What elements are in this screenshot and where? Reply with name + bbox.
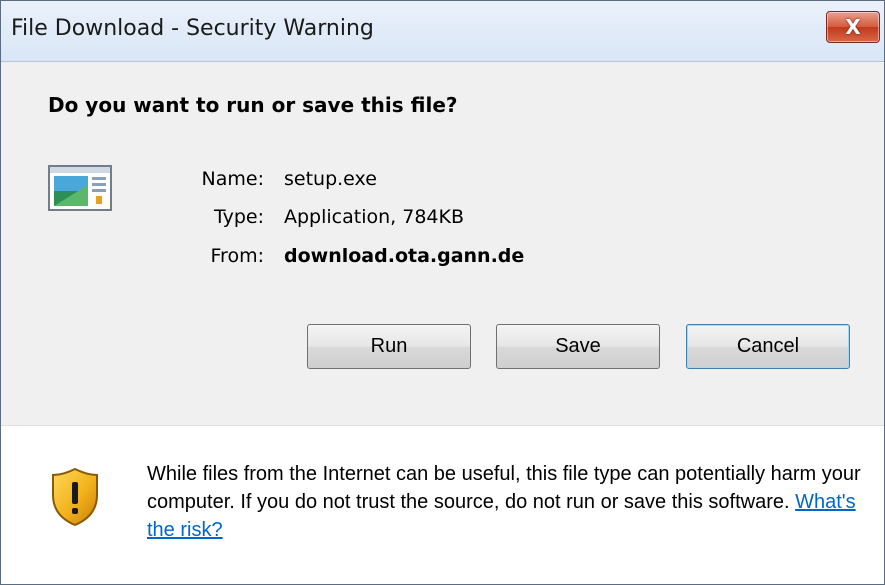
file-from-label: From: [210, 245, 264, 267]
file-name-label: Name: [201, 168, 264, 190]
file-from-value: download.ota.gann.de [284, 245, 525, 267]
file-type-label: Type: [213, 206, 264, 228]
security-shield-icon [51, 467, 99, 531]
dialog-content: Do you want to run or save this file? Na… [1, 62, 884, 424]
warning-footer: While files from the Internet can be use… [1, 426, 884, 584]
file-name-value: setup.exe [284, 168, 377, 190]
save-button[interactable]: Save [496, 324, 660, 369]
file-type-value: Application, 784KB [284, 206, 464, 228]
run-button[interactable]: Run [307, 324, 471, 369]
warning-text-body: While files from the Internet can be use… [147, 463, 861, 513]
security-warning-dialog: File Download - Security Warning X Do yo… [0, 0, 885, 585]
title-bar[interactable]: File Download - Security Warning X [1, 1, 884, 62]
dialog-question: Do you want to run or save this file? [48, 93, 458, 117]
window-title: File Download - Security Warning [11, 16, 374, 41]
close-icon: X [845, 15, 861, 39]
cancel-button[interactable]: Cancel [686, 324, 850, 369]
close-button[interactable]: X [826, 11, 880, 43]
warning-message: While files from the Internet can be use… [147, 460, 867, 544]
